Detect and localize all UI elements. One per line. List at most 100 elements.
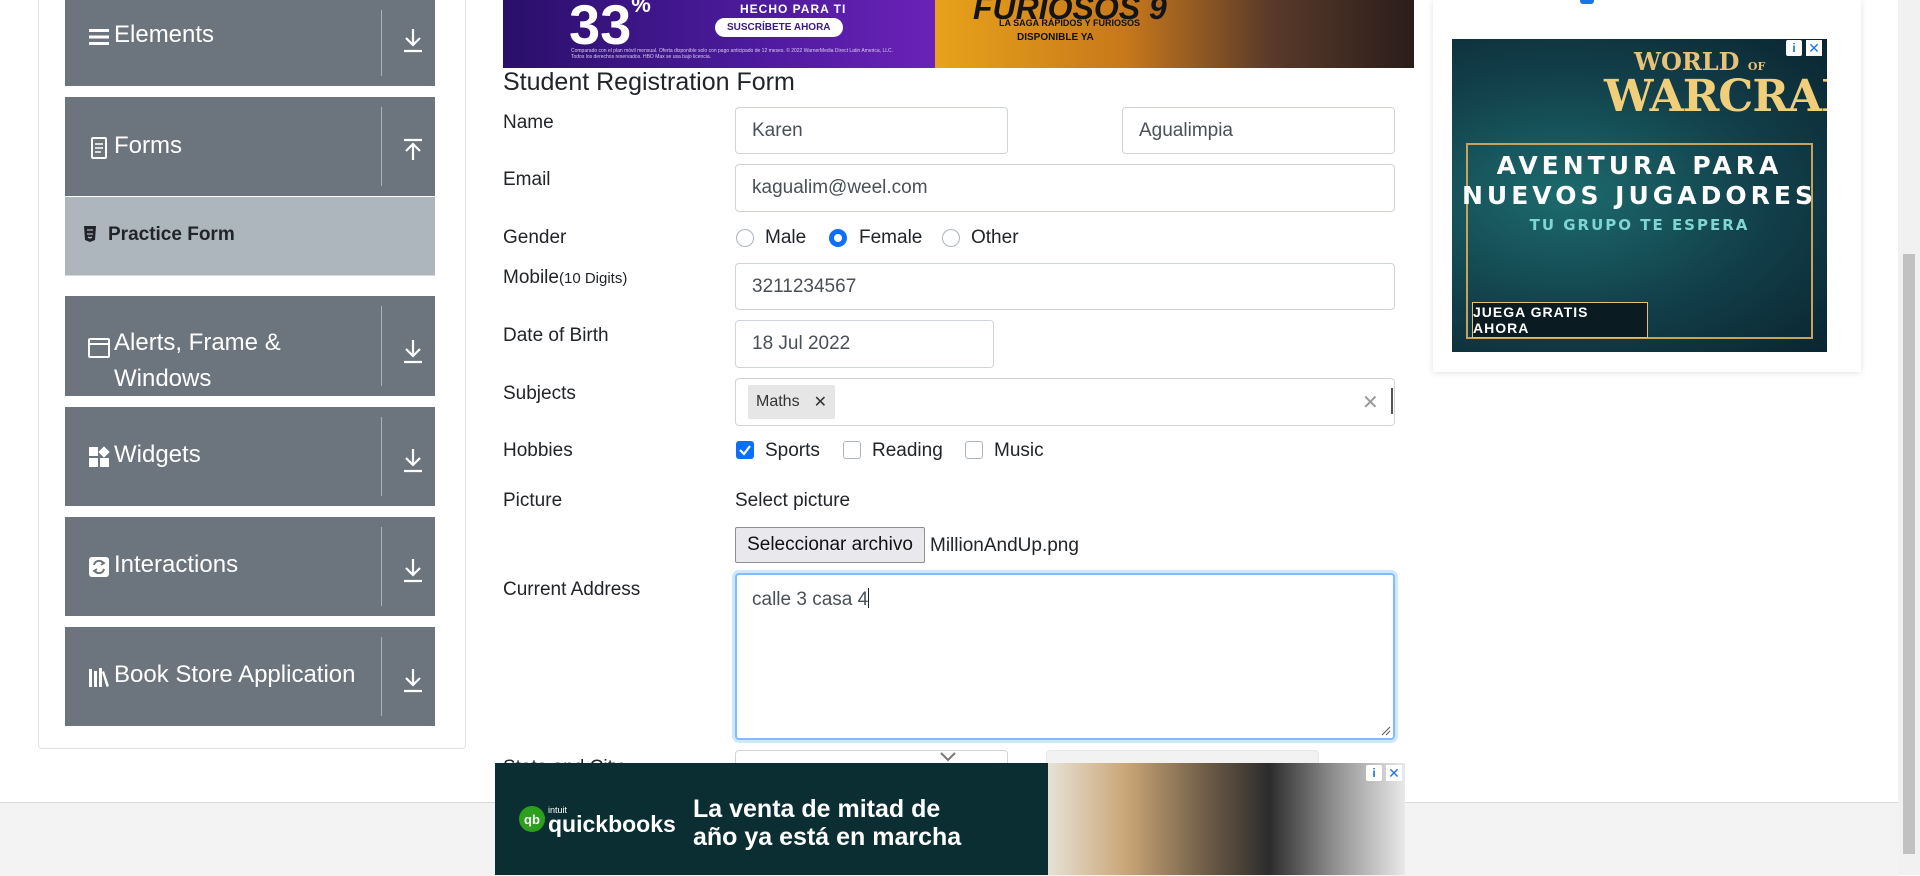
hobby-sports-checkbox[interactable]: [736, 441, 754, 459]
mobile-input[interactable]: 3211234567: [735, 263, 1395, 310]
download-arrow-icon[interactable]: [400, 446, 426, 474]
ad-movie-subtitle: LA SAGA RÁPIDOS Y FURIOSOS: [999, 18, 1141, 28]
ad-info-icon[interactable]: i: [1786, 40, 1802, 56]
sidebar-group-widgets[interactable]: Widgets: [65, 407, 435, 506]
document-icon: [91, 137, 107, 159]
hbo-max-ad[interactable]: 33% HECHO PARA TI SUSCRÍBETE AHORA Compa…: [503, 0, 935, 68]
window-icon: [88, 338, 110, 358]
interactions-icon: [89, 557, 109, 577]
page-title: Student Registration Form: [503, 68, 795, 96]
sidebar-group-label: Elements: [114, 21, 215, 48]
current-address-value: calle 3 casa 4: [752, 589, 869, 610]
hobby-music-checkbox[interactable]: [965, 441, 983, 459]
ad-photo: [1048, 763, 1405, 875]
ad-tagline: HECHO PARA TI: [740, 2, 847, 16]
gender-female-radio[interactable]: [829, 229, 847, 247]
resize-handle-icon[interactable]: [1381, 726, 1391, 736]
picture-label: Picture: [503, 490, 563, 511]
scrollbar-thumb[interactable]: [1903, 254, 1915, 854]
ad-brand: quickbooks: [548, 811, 676, 837]
mobile-label: Mobile(10 Digits): [503, 267, 628, 288]
file-name: MillionAndUp.png: [930, 535, 1079, 556]
name-label: Name: [503, 112, 554, 133]
quickbooks-ad[interactable]: qb intuit quickbooks La venta de mitad d…: [495, 763, 1405, 875]
top-banner-ad[interactable]: 33% HECHO PARA TI SUSCRÍBETE AHORA Compa…: [503, 0, 1414, 68]
chevron-down-icon: [940, 752, 956, 762]
ad-legal-text: Comparado con el plan móvil mensual. Ofe…: [571, 48, 894, 60]
gender-other-label[interactable]: Other: [971, 227, 1019, 249]
gender-female-label[interactable]: Female: [859, 227, 922, 249]
sidebar-group-label: Alerts, Frame & Windows: [114, 329, 281, 392]
select-picture-label: Select picture: [735, 490, 851, 511]
sidebar-group-interactions[interactable]: Interactions: [65, 517, 435, 616]
text-cursor: [868, 588, 870, 608]
text-cursor: [1391, 388, 1393, 414]
divider: [381, 527, 382, 606]
hobby-sports-label[interactable]: Sports: [765, 440, 820, 462]
current-address-textarea[interactable]: calle 3 casa 4: [735, 573, 1395, 740]
sidebar-group-alerts[interactable]: Alerts, Frame & Windows: [65, 296, 435, 396]
gender-male-radio[interactable]: [736, 229, 754, 247]
hobby-reading-checkbox[interactable]: [843, 441, 861, 459]
sidebar-group-label: Forms: [114, 132, 182, 159]
world-of-warcraft-ad[interactable]: WORLD OF WARCRAFT AVENTURA PARA NUEVOS J…: [1452, 39, 1827, 352]
subjects-label: Subjects: [503, 383, 576, 404]
gender-label: Gender: [503, 227, 567, 248]
sidebar-group-label: Widgets: [114, 441, 201, 468]
gender-male-label[interactable]: Male: [765, 227, 806, 249]
last-name-input[interactable]: Agualimpia: [1122, 107, 1395, 154]
clear-subjects-icon[interactable]: ✕: [1362, 390, 1379, 415]
books-icon: [89, 668, 109, 687]
dob-input[interactable]: 18 Jul 2022: [735, 320, 994, 368]
email-label: Email: [503, 169, 551, 190]
subject-chip: Maths ✕: [748, 385, 835, 419]
ad-line-3: TU GRUPO TE ESPERA: [1529, 216, 1750, 234]
ad-close-icon[interactable]: ✕: [1386, 765, 1402, 781]
divider: [381, 417, 382, 496]
quickbooks-logo-icon: qb: [519, 806, 545, 832]
choose-file-button[interactable]: Seleccionar archivo: [735, 527, 925, 563]
remove-chip-icon[interactable]: ✕: [814, 392, 827, 412]
html5-icon: [84, 226, 96, 242]
ad-headline: La venta de mitad de año ya está en marc…: [693, 795, 962, 851]
subject-chip-label: Maths: [756, 393, 800, 410]
ad-availability: DISPONIBLE YA: [1017, 32, 1094, 43]
ad-link-fragment: [1580, 0, 1594, 4]
mobile-hint: (10 Digits): [558, 270, 628, 287]
sidebar-group-forms[interactable]: Forms: [65, 97, 435, 196]
divider: [381, 10, 382, 76]
widgets-icon: [89, 446, 110, 467]
current-address-label: Current Address: [503, 579, 641, 600]
sidebar-item-practice-form[interactable]: Practice Form: [65, 197, 435, 276]
ad-info-icon[interactable]: i: [1366, 765, 1382, 781]
gender-other-radio[interactable]: [942, 229, 960, 247]
hobbies-label: Hobbies: [503, 440, 573, 461]
download-arrow-icon[interactable]: [400, 666, 426, 694]
sidebar-item-label: Practice Form: [108, 224, 235, 245]
first-name-input[interactable]: Karen: [735, 107, 1008, 154]
download-arrow-icon[interactable]: [400, 26, 426, 54]
download-arrow-icon[interactable]: [400, 337, 426, 365]
divider: [381, 107, 382, 186]
ad-subscribe-button[interactable]: SUSCRÍBETE AHORA: [715, 18, 843, 37]
email-input[interactable]: kagualim@weel.com: [735, 164, 1395, 212]
furiosos-ad[interactable]: FURIOSOS 9 LA SAGA RÁPIDOS Y FURIOSOS DI…: [935, 0, 1414, 68]
download-arrow-icon[interactable]: [400, 556, 426, 584]
hobby-music-label[interactable]: Music: [994, 440, 1044, 462]
ad-play-free-button[interactable]: JUEGA GRATIS AHORA: [1472, 302, 1648, 338]
ad-line-2: NUEVOS JUGADORES: [1462, 181, 1817, 210]
upload-arrow-icon[interactable]: [400, 137, 426, 165]
hobby-reading-label[interactable]: Reading: [872, 440, 943, 462]
dob-label: Date of Birth: [503, 325, 609, 346]
ad-brand-main: WARCRAFT: [1604, 71, 1827, 122]
sidebar-group-label: Interactions: [114, 551, 239, 578]
sidebar-group-label: Book Store Application: [114, 661, 356, 688]
checkmark-icon: [739, 445, 751, 456]
ad-close-icon[interactable]: ✕: [1806, 40, 1822, 56]
divider: [381, 637, 382, 716]
list-icon: [89, 29, 109, 45]
sidebar-group-elements[interactable]: Elements: [65, 0, 435, 86]
sidebar-group-book-store[interactable]: Book Store Application: [65, 627, 435, 726]
ad-line-1: AVENTURA PARA: [1496, 151, 1783, 180]
divider: [381, 306, 382, 386]
